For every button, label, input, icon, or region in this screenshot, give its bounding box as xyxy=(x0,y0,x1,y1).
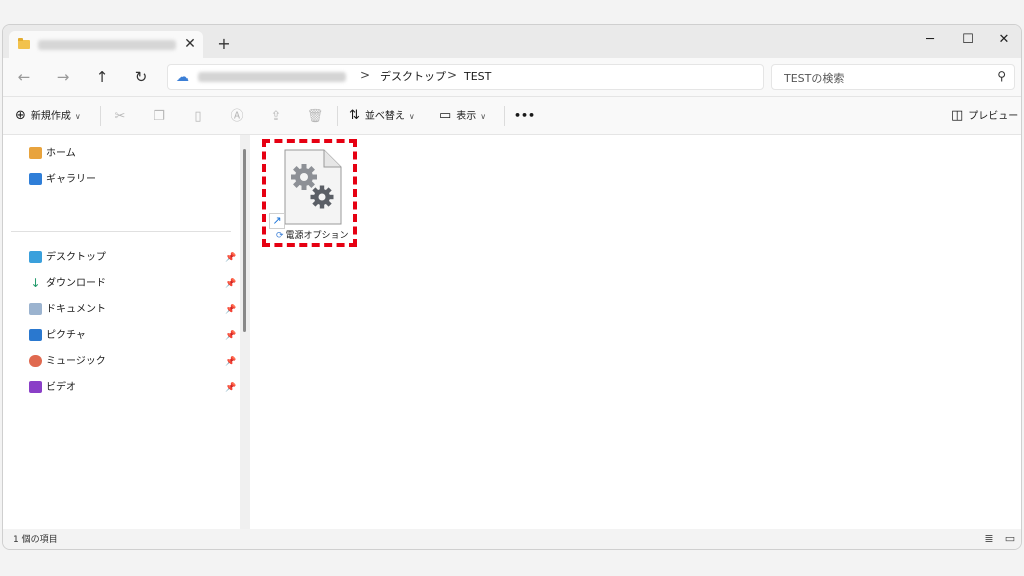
paste-icon[interactable]: ▯ xyxy=(189,108,207,126)
new-tab-button[interactable]: + xyxy=(215,35,233,53)
tab-current[interactable]: ✕ xyxy=(9,31,203,58)
address-bar[interactable]: ☁ > デスクトップ > TEST xyxy=(167,64,764,90)
maximize-button[interactable]: ☐ xyxy=(953,29,983,51)
download-icon: ↓ xyxy=(30,276,41,290)
nav-label: ホーム xyxy=(46,148,76,159)
up-button[interactable]: ↑ xyxy=(91,67,113,87)
toolbar-divider xyxy=(504,106,505,126)
nav-item-videos[interactable]: ビデオ xyxy=(29,379,76,397)
item-count: 1 個の項目 xyxy=(13,535,58,545)
settings-shortcut-icon xyxy=(284,149,342,225)
refresh-button[interactable]: ↻ xyxy=(130,67,152,87)
search-icon: ⚲ xyxy=(997,69,1006,83)
nav-divider xyxy=(11,231,231,232)
home-icon xyxy=(29,147,42,159)
tab-title-redacted xyxy=(38,40,176,50)
view-label: 表示 xyxy=(456,111,477,122)
nav-label: ダウンロード xyxy=(46,278,106,289)
minimize-button[interactable]: ─ xyxy=(915,29,945,51)
search-box[interactable]: ⚲ xyxy=(771,64,1015,90)
chevron-down-icon: ∨ xyxy=(408,112,415,121)
plus-circle-icon: ⊕ xyxy=(15,108,26,123)
address-row: ← → ↑ ↻ ☁ > デスクトップ > TEST ⚲ xyxy=(3,58,1021,96)
file-name: ⟳ 電源オプション xyxy=(276,229,349,243)
video-icon xyxy=(29,381,42,393)
nav-item-pictures[interactable]: ピクチャ xyxy=(29,327,86,345)
address-redacted xyxy=(198,72,346,82)
folder-icon xyxy=(18,38,30,49)
nav-scrollbar[interactable] xyxy=(240,135,250,529)
breadcrumb-test[interactable]: TEST xyxy=(464,69,491,85)
sort-icon: ⇅ xyxy=(349,108,360,123)
navigation-pane: ホーム ギャラリー デスクトップ 📌 ↓ ダウンロード 📌 ドキュメント 📌 ピク… xyxy=(3,135,240,529)
preview-pane-icon: ◫ xyxy=(951,108,964,123)
chevron-down-icon: ∨ xyxy=(74,112,81,121)
command-bar: ⊕ 新規作成 ∨ ✂ ❐ ▯ Ⓐ ⇪ 🗑 ⇅ 並べ替え ∨ ▭ 表示 ∨ ••• ◫ プレビュ… xyxy=(3,96,1021,135)
new-button[interactable]: ⊕ 新規作成 ∨ xyxy=(15,106,81,126)
file-list: ↗ ⟳ 電源オプション xyxy=(250,135,1021,529)
view-icon: ▭ xyxy=(439,108,452,123)
tiles-view-icon[interactable]: ▭ xyxy=(1003,532,1017,546)
toolbar-divider xyxy=(100,106,101,126)
sync-icon: ⟳ xyxy=(276,231,284,241)
sort-label: 並べ替え xyxy=(364,111,405,122)
toolbar-divider xyxy=(337,106,338,126)
nav-item-home[interactable]: ホーム xyxy=(29,145,76,163)
file-name-text: 電源オプション xyxy=(285,231,349,241)
new-label: 新規作成 xyxy=(30,111,71,122)
more-options-button[interactable]: ••• xyxy=(514,106,535,126)
pin-icon: 📌 xyxy=(225,383,237,393)
back-button[interactable]: ← xyxy=(13,67,35,87)
explorer-window: ✕ + ─ ☐ ✕ ← → ↑ ↻ ☁ > デスクトップ > TEST ⚲ ⊕ 新… xyxy=(2,24,1022,550)
pin-icon: 📌 xyxy=(225,253,237,263)
gallery-icon xyxy=(29,173,42,185)
music-icon xyxy=(29,355,42,367)
preview-button[interactable]: ◫ プレビュー xyxy=(951,106,1018,126)
breadcrumb-separator: > xyxy=(360,68,371,82)
nav-item-downloads[interactable]: ↓ ダウンロード xyxy=(29,275,106,293)
nav-label: ミュージック xyxy=(46,356,106,367)
shortcut-arrow-icon: ↗ xyxy=(269,213,285,229)
status-bar: 1 個の項目 ≣ ▭ xyxy=(3,529,1021,549)
nav-item-music[interactable]: ミュージック xyxy=(29,353,106,371)
sort-button[interactable]: ⇅ 並べ替え ∨ xyxy=(349,106,415,126)
pin-icon: 📌 xyxy=(225,279,237,289)
cloud-icon: ☁ xyxy=(176,70,189,85)
cut-icon[interactable]: ✂ xyxy=(111,108,129,126)
nav-item-documents[interactable]: ドキュメント xyxy=(29,301,106,319)
nav-label: ピクチャ xyxy=(46,330,86,341)
search-input[interactable] xyxy=(782,69,986,87)
desktop-icon xyxy=(29,251,42,263)
details-view-icon[interactable]: ≣ xyxy=(982,532,996,546)
nav-label: デスクトップ xyxy=(46,252,106,263)
nav-item-desktop[interactable]: デスクトップ xyxy=(29,249,106,267)
delete-icon[interactable]: 🗑 xyxy=(306,108,324,126)
nav-label: ギャラリー xyxy=(46,174,96,185)
forward-button[interactable]: → xyxy=(52,67,74,87)
share-icon[interactable]: ⇪ xyxy=(267,108,285,126)
pin-icon: 📌 xyxy=(225,305,237,315)
view-button[interactable]: ▭ 表示 ∨ xyxy=(439,106,486,126)
pictures-icon xyxy=(29,329,42,341)
preview-label: プレビュー xyxy=(968,111,1019,122)
rename-icon[interactable]: Ⓐ xyxy=(228,108,246,126)
file-item-power-options[interactable]: ↗ ⟳ 電源オプション xyxy=(262,139,357,247)
title-bar: ✕ + ─ ☐ ✕ xyxy=(3,25,1021,58)
pin-icon: 📌 xyxy=(225,357,237,367)
scrollbar-thumb[interactable] xyxy=(243,149,246,332)
tab-close-button[interactable]: ✕ xyxy=(181,35,199,53)
nav-label: ドキュメント xyxy=(46,304,106,315)
nav-label: ビデオ xyxy=(46,382,76,393)
document-icon xyxy=(29,303,42,315)
close-window-button[interactable]: ✕ xyxy=(989,29,1019,51)
breadcrumb-separator: > xyxy=(447,68,458,82)
pin-icon: 📌 xyxy=(225,331,237,341)
copy-icon[interactable]: ❐ xyxy=(150,108,168,126)
breadcrumb-desktop[interactable]: デスクトップ xyxy=(380,69,446,85)
nav-item-gallery[interactable]: ギャラリー xyxy=(29,171,96,189)
chevron-down-icon: ∨ xyxy=(480,112,487,121)
